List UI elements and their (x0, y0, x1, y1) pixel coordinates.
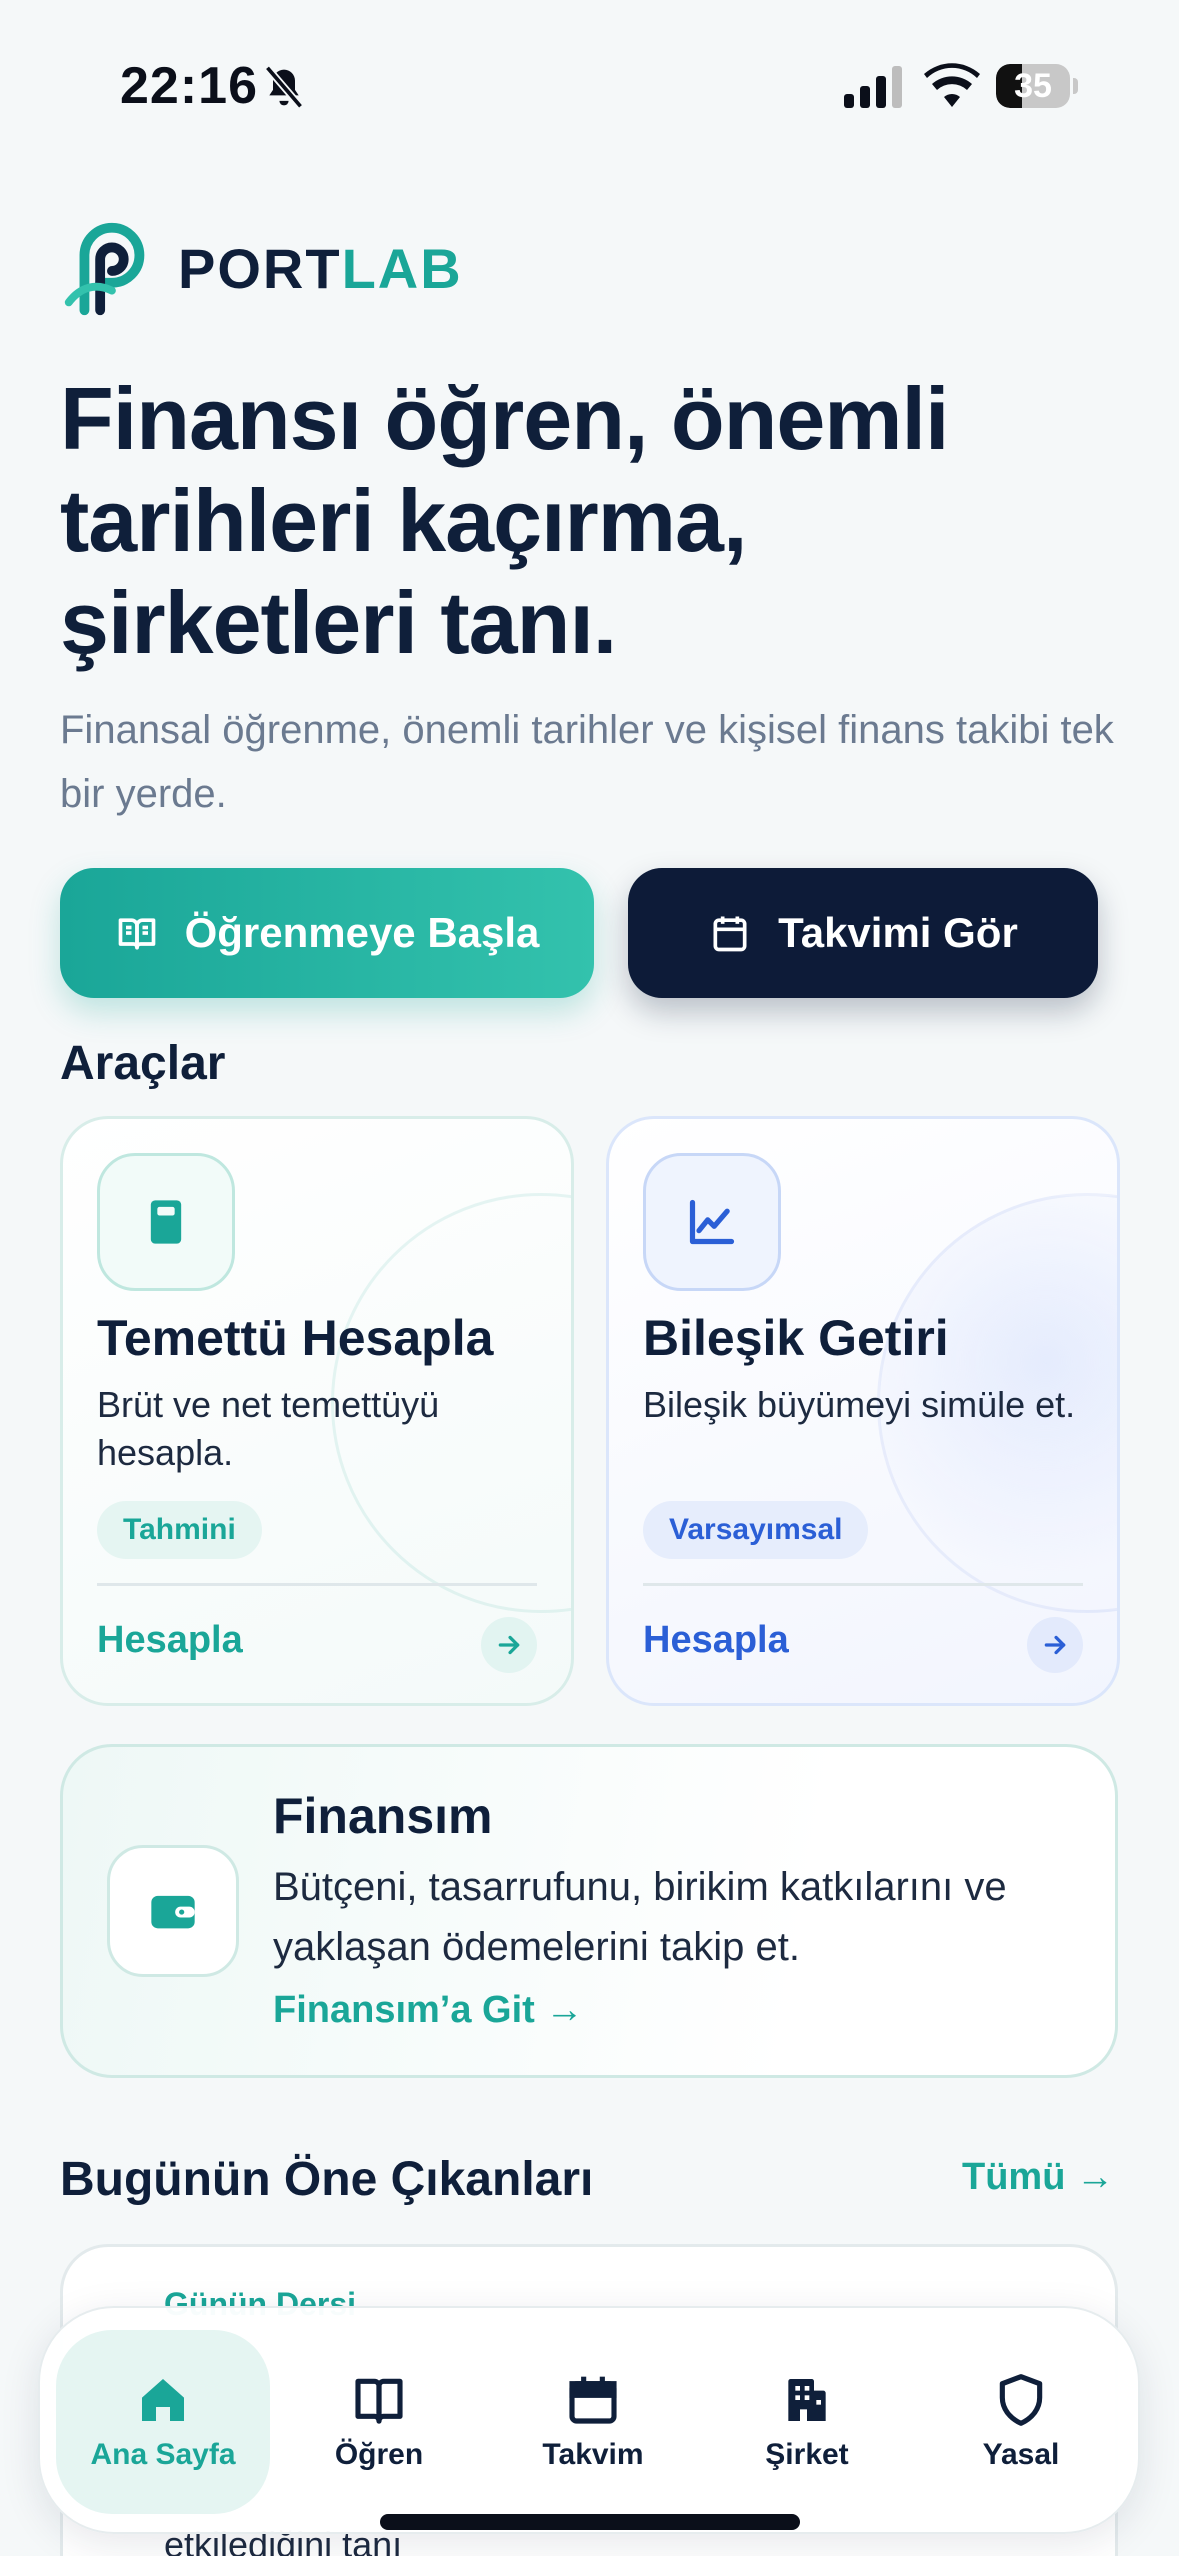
tab-label: Takvim (542, 2438, 644, 2471)
shield-icon (999, 2374, 1043, 2426)
see-all-link[interactable]: Tümü → (962, 2156, 1114, 2199)
line-chart-icon (643, 1153, 781, 1291)
tab-legal[interactable]: Yasal (914, 2330, 1128, 2514)
view-calendar-button[interactable]: Takvimi Gör (628, 868, 1098, 998)
card-description: Bileşik büyümeyi simüle et. (643, 1384, 1076, 1425)
home-icon (142, 2379, 184, 2421)
tab-label: Öğren (334, 2438, 424, 2471)
finansim-card[interactable]: Finansım Bütçeni, tasarrufunu, birikim k… (60, 1744, 1118, 2078)
highlights-title: Bugünün Öne Çıkanları (60, 2153, 594, 2206)
compound-return-card[interactable]: Bileşik Getiri Bileşik büyümeyi simüle e… (606, 1116, 1120, 1706)
hero-title: Finansı öğren, önemli tarihleri kaçırma,… (60, 369, 949, 672)
book-open-icon (118, 918, 155, 950)
battery-indicator: 35 (996, 64, 1078, 108)
calculate-link[interactable]: Hesapla (643, 1619, 789, 1662)
wifi-icon (924, 63, 980, 107)
tab-label: Ana Sayfa (90, 2438, 236, 2471)
estimate-badge: Tahmini (97, 1501, 262, 1559)
hero-subtitle: Finansal öğrenme, önemli tarihler ve kiş… (60, 708, 1114, 816)
calendar-icon (569, 2376, 617, 2424)
calculator-icon (97, 1153, 235, 1291)
brand-name-part2: LAB (341, 237, 463, 300)
arrow-right-icon[interactable] (1027, 1617, 1083, 1673)
card-description: Brüt ve net temettüyü hesapla. (97, 1384, 440, 1473)
card-divider (643, 1583, 1083, 1586)
portlab-logo-icon (64, 222, 145, 316)
calculate-link[interactable]: Hesapla (97, 1619, 243, 1662)
bell-muted-icon (264, 65, 304, 109)
finansim-description: Bütçeni, tasarrufunu, birikim katkıların… (273, 1865, 1007, 1969)
card-title: Bileşik Getiri (643, 1310, 949, 1366)
tab-label: Şirket (765, 2438, 849, 2471)
tab-calendar[interactable]: Takvim (486, 2330, 700, 2514)
book-icon (355, 2378, 403, 2424)
tab-home[interactable]: Ana Sayfa (56, 2330, 270, 2514)
brand-name-part1: PORT (178, 237, 342, 300)
see-all-label: Tümü (962, 2156, 1066, 2198)
bottom-tab-bar: Ana Sayfa Öğren Takvim Şirket Yasal (38, 2306, 1140, 2534)
start-learning-label: Öğrenmeye Başla (184, 909, 540, 956)
view-calendar-label: Takvimi Gör (778, 909, 1018, 956)
finansim-link[interactable]: Finansım’a Git → (273, 1989, 583, 2032)
card-title: Temettü Hesapla (97, 1310, 494, 1366)
calendar-icon (713, 916, 747, 952)
status-time: 22:16 (120, 57, 258, 115)
finansim-title: Finansım (273, 1788, 493, 1844)
signal-icon (844, 66, 902, 108)
card-divider (97, 1583, 537, 1586)
tab-learn[interactable]: Öğren (272, 2330, 486, 2514)
wallet-icon (107, 1845, 239, 1977)
arrow-right-icon[interactable] (481, 1617, 537, 1673)
battery-level: 35 (1014, 67, 1052, 105)
tab-label: Yasal (982, 2438, 1060, 2471)
home-indicator (380, 2514, 800, 2530)
tools-section-title: Araçlar (60, 1037, 226, 1090)
brand-name: PORTLAB (178, 236, 463, 301)
building-icon (788, 2379, 826, 2421)
hypothetical-badge: Varsayımsal (643, 1501, 869, 1559)
dividend-calculator-card[interactable]: Temettü Hesapla Brüt ve net temettüyü he… (60, 1116, 574, 1706)
arrow-right-icon: → (1076, 2156, 1114, 2198)
tab-company[interactable]: Şirket (700, 2330, 914, 2514)
start-learning-button[interactable]: Öğrenmeye Başla (60, 868, 594, 998)
